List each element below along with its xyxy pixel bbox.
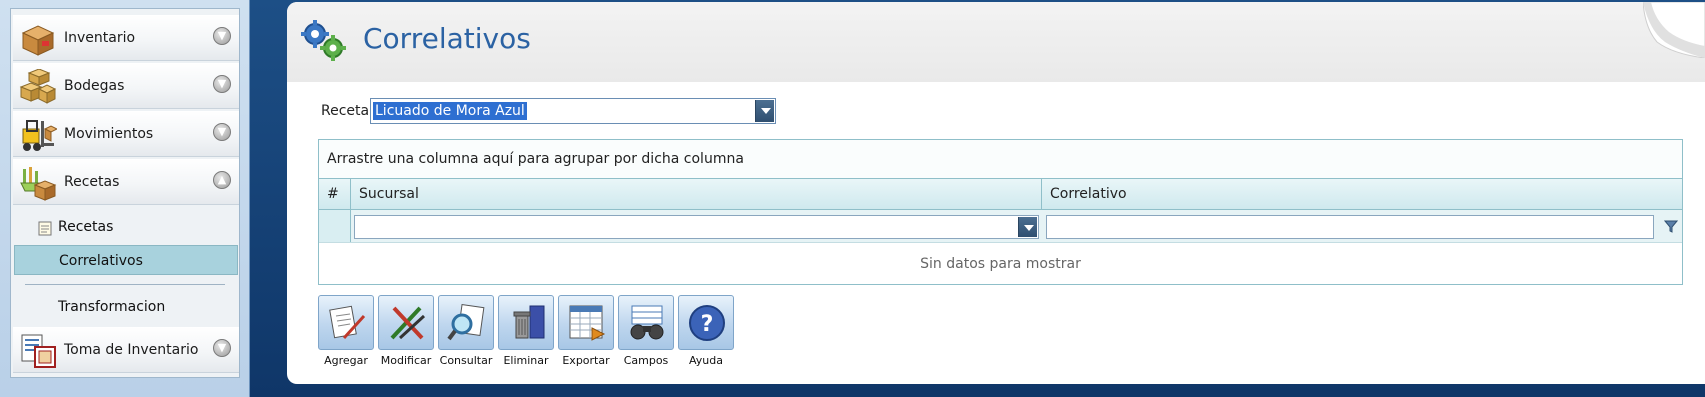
sidebar-item-recetas[interactable]: Recetas xyxy=(14,212,238,242)
trash-icon xyxy=(513,305,545,339)
correlativos-grid: Arrastre una columna aquí para agrupar p… xyxy=(318,139,1683,285)
ayuda-button[interactable]: ? Ayuda xyxy=(678,295,734,375)
button-frame xyxy=(558,295,614,350)
group-panel[interactable]: Arrastre una columna aquí para agrupar p… xyxy=(319,140,1682,179)
button-label: Eliminar xyxy=(503,354,549,367)
button-label: Consultar xyxy=(439,354,493,367)
sidebar-frame: Inventario ▼ Bodegas ▼ Movimientos ▼ Rec… xyxy=(0,0,250,397)
filter-row-indicator xyxy=(319,210,351,242)
page-header: Correlativos xyxy=(287,2,1705,82)
group-panel-hint: Arrastre una columna aquí para agrupar p… xyxy=(327,151,744,167)
button-label: Agregar xyxy=(324,354,368,367)
expand-down-icon[interactable]: ▼ xyxy=(213,27,231,45)
collapse-up-icon[interactable]: ▲ xyxy=(213,171,231,189)
sidebar-item-label: Correlativos xyxy=(59,253,143,269)
recipe-icon xyxy=(20,167,57,201)
column-header-sucursal[interactable]: Sucursal xyxy=(351,179,1042,210)
forklift-icon xyxy=(22,120,57,151)
column-header-number[interactable]: # xyxy=(319,179,351,210)
chevron-down-icon[interactable] xyxy=(755,100,774,122)
button-frame xyxy=(498,295,554,350)
sidebar-group-inventario[interactable]: Inventario ▼ xyxy=(13,15,239,61)
main-panel: Correlativos Receta Licuado de Mora Azul… xyxy=(287,2,1705,384)
grid-header: # Sucursal Correlativo xyxy=(319,179,1682,210)
receta-select-value: Licuado de Mora Azul xyxy=(373,102,527,120)
expand-down-icon[interactable]: ▼ xyxy=(213,75,231,93)
sidebar-group-movimientos[interactable]: Movimientos ▼ xyxy=(13,111,239,157)
sidebar-divider xyxy=(25,284,225,285)
sidebar-item-correlativos[interactable]: Correlativos xyxy=(14,245,238,275)
button-frame xyxy=(318,295,374,350)
button-label: Ayuda xyxy=(689,354,723,367)
correlativo-filter-input[interactable] xyxy=(1046,215,1654,239)
magnifier-document-icon xyxy=(447,304,485,341)
page-title: Correlativos xyxy=(363,22,531,55)
expand-down-icon[interactable]: ▼ xyxy=(213,123,231,141)
receta-label: Receta xyxy=(321,103,370,119)
sidebar-group-label: Movimientos xyxy=(64,126,154,142)
agregar-button[interactable]: Agregar xyxy=(318,295,374,375)
sidebar-group-recetas[interactable]: Recetas ▲ xyxy=(13,159,239,205)
edit-pencils-icon xyxy=(390,306,426,340)
modificar-button[interactable]: Modificar xyxy=(378,295,434,375)
sidebar-group-label: Toma de Inventario xyxy=(64,342,199,358)
box-icon xyxy=(21,25,55,56)
inventory-list-icon xyxy=(21,334,56,368)
button-label: Campos xyxy=(623,354,669,367)
sidebar-group-label: Bodegas xyxy=(64,78,125,94)
sidebar-item-transformacion[interactable]: Transformacion xyxy=(14,292,238,322)
exportar-button[interactable]: Exportar xyxy=(558,295,614,375)
binoculars-icon xyxy=(630,305,664,340)
add-document-icon xyxy=(329,305,366,340)
consultar-button[interactable]: Consultar xyxy=(438,295,494,375)
page-curl-decoration xyxy=(1643,2,1705,58)
button-frame: ? xyxy=(678,295,734,350)
sidebar-group-bodegas[interactable]: Bodegas ▼ xyxy=(13,63,239,109)
sidebar-item-label: Recetas xyxy=(58,219,114,235)
help-icon: ? xyxy=(689,305,725,341)
boxes-icon xyxy=(19,69,57,104)
sidebar: Inventario ▼ Bodegas ▼ Movimientos ▼ Rec… xyxy=(10,8,240,378)
filter-row xyxy=(319,210,1682,243)
sidebar-group-label: Inventario xyxy=(64,30,136,46)
sucursal-filter-select[interactable] xyxy=(354,215,1039,239)
sidebar-group-toma-de-inventario[interactable]: Toma de Inventario ▼ xyxy=(13,327,239,373)
button-frame xyxy=(378,295,434,350)
button-label: Exportar xyxy=(562,354,610,367)
filter-funnel-icon[interactable] xyxy=(1664,219,1678,233)
sidebar-item-label: Transformacion xyxy=(58,299,166,315)
button-label: Modificar xyxy=(380,354,432,367)
chevron-down-icon[interactable] xyxy=(1018,217,1037,237)
campos-button[interactable]: Campos xyxy=(618,295,674,375)
eliminar-button[interactable]: Eliminar xyxy=(498,295,554,375)
column-header-correlativo[interactable]: Correlativo xyxy=(1042,179,1684,210)
scroll-icon xyxy=(38,221,52,236)
spreadsheet-export-icon xyxy=(569,305,606,341)
receta-select[interactable]: Licuado de Mora Azul xyxy=(370,98,776,124)
svg-text:?: ? xyxy=(701,312,714,337)
expand-down-icon[interactable]: ▼ xyxy=(213,339,231,357)
empty-grid-message: Sin datos para mostrar xyxy=(920,256,1081,272)
sidebar-group-label: Recetas xyxy=(64,174,120,190)
gears-icon xyxy=(301,20,346,61)
button-frame xyxy=(618,295,674,350)
button-frame xyxy=(438,295,494,350)
